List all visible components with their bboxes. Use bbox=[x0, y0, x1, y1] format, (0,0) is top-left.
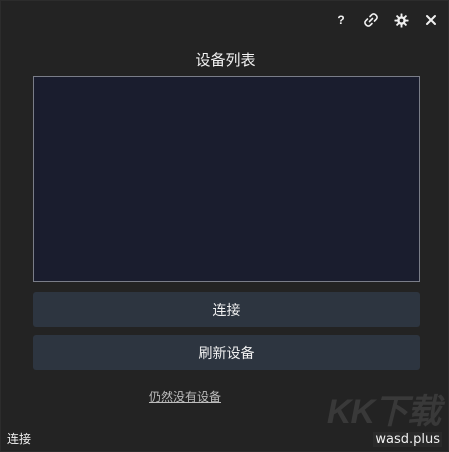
watermark-logo: KK下载 bbox=[326, 393, 441, 431]
close-button[interactable] bbox=[420, 9, 442, 31]
device-list-title: 设备列表 bbox=[195, 51, 256, 69]
site-label: wasd.plus bbox=[373, 432, 442, 447]
refresh-devices-button[interactable]: 刷新设备 bbox=[33, 335, 420, 370]
help-icon: ? bbox=[337, 13, 345, 27]
close-icon bbox=[426, 15, 436, 25]
app-window: ? 设备列表 连接 刷新设备 仍然没有设备 连接 KK下载 wasd.plus bbox=[0, 0, 449, 452]
no-device-link[interactable]: 仍然没有设备 bbox=[1, 388, 369, 405]
device-list[interactable] bbox=[33, 76, 420, 282]
help-button[interactable]: ? bbox=[330, 9, 352, 31]
settings-button[interactable] bbox=[390, 9, 412, 31]
titlebar-controls: ? bbox=[330, 9, 442, 31]
connect-button[interactable]: 连接 bbox=[33, 292, 420, 327]
status-text: 连接 bbox=[7, 432, 32, 446]
link-button[interactable] bbox=[360, 9, 382, 31]
link-icon bbox=[364, 13, 378, 27]
gear-icon bbox=[393, 12, 409, 28]
